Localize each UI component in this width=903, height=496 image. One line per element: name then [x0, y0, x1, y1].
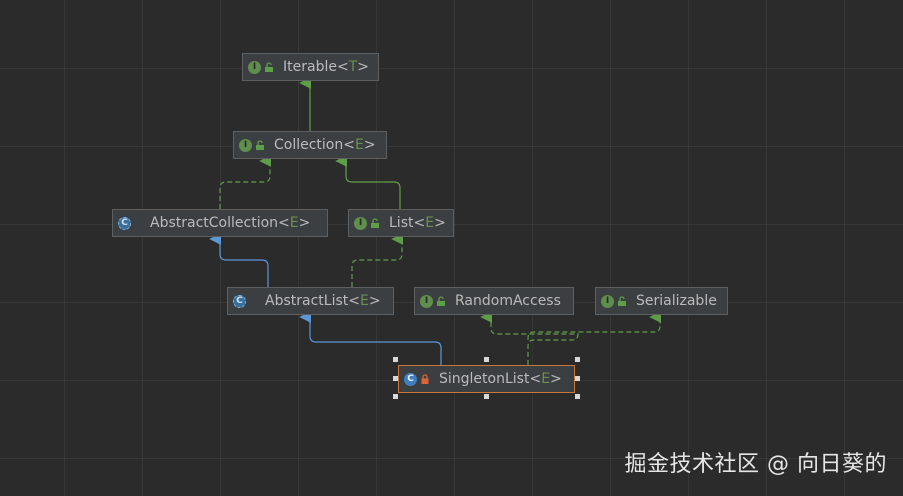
edge-abstractlist-list	[351, 233, 404, 287]
abstract-class-icon: C	[233, 294, 246, 308]
edge-abstractlist-abstractcollection	[209, 233, 269, 287]
node-name: SingletonList	[439, 371, 530, 387]
node-abstract-list[interactable]: C AbstractList < E >	[227, 287, 394, 315]
interface-icon: I	[420, 294, 433, 308]
selection-handle[interactable]	[575, 357, 580, 362]
selection-handle[interactable]	[484, 357, 489, 362]
node-iterable[interactable]: I Iterable < T >	[242, 53, 379, 81]
edge-singletonlist-abstractlist	[299, 311, 442, 365]
abstract-class-icon: C	[118, 216, 131, 230]
node-random-access[interactable]: I RandomAccess	[414, 287, 574, 315]
interface-icon: I	[239, 138, 252, 152]
interface-icon: I	[601, 294, 614, 308]
node-name: AbstractCollection	[150, 215, 279, 231]
unlock-icon	[256, 140, 264, 150]
unlock-icon	[437, 296, 445, 306]
node-name: List	[389, 215, 414, 231]
node-list[interactable]: I List < E >	[348, 209, 454, 237]
unlock-icon	[371, 218, 379, 228]
type-param: E	[289, 215, 299, 231]
type-param: E	[354, 137, 364, 153]
selection-handle[interactable]	[393, 394, 398, 399]
type-param: E	[541, 371, 551, 387]
node-name: Serializable	[636, 293, 717, 309]
selection-handle[interactable]	[575, 376, 580, 381]
node-collection[interactable]: I Collection < E >	[233, 131, 387, 159]
selection-handle[interactable]	[575, 394, 580, 399]
interface-icon: I	[354, 216, 367, 230]
edge-abstractcollection-collection	[219, 155, 272, 209]
selection-handle[interactable]	[484, 394, 489, 399]
type-param: E	[359, 293, 369, 309]
node-singleton-list[interactable]: C SingletonList < E >	[398, 365, 575, 393]
node-abstract-collection[interactable]: C AbstractCollection < E >	[112, 209, 328, 237]
edge-layer	[209, 77, 662, 365]
watermark: 掘金技术社区 @ 向日葵的	[624, 452, 887, 477]
unlock-icon	[265, 62, 273, 72]
type-param: E	[425, 215, 435, 231]
unlock-icon	[618, 296, 626, 306]
interface-icon: I	[248, 60, 261, 74]
edge-list-collection	[335, 155, 401, 209]
selection-handle[interactable]	[393, 357, 398, 362]
selection-handle[interactable]	[393, 376, 398, 381]
class-icon: C	[404, 372, 417, 386]
node-name: RandomAccess	[455, 293, 561, 309]
type-param: T	[348, 59, 358, 75]
node-serializable[interactable]: I Serializable	[595, 287, 728, 315]
node-name: AbstractList	[265, 293, 349, 309]
node-name: Iterable	[283, 59, 337, 75]
private-lock-icon	[421, 374, 429, 384]
node-name: Collection	[274, 137, 344, 153]
edge-singletonlist-serializable	[527, 311, 662, 340]
edge-singletonlist-randomaccess	[480, 311, 579, 365]
